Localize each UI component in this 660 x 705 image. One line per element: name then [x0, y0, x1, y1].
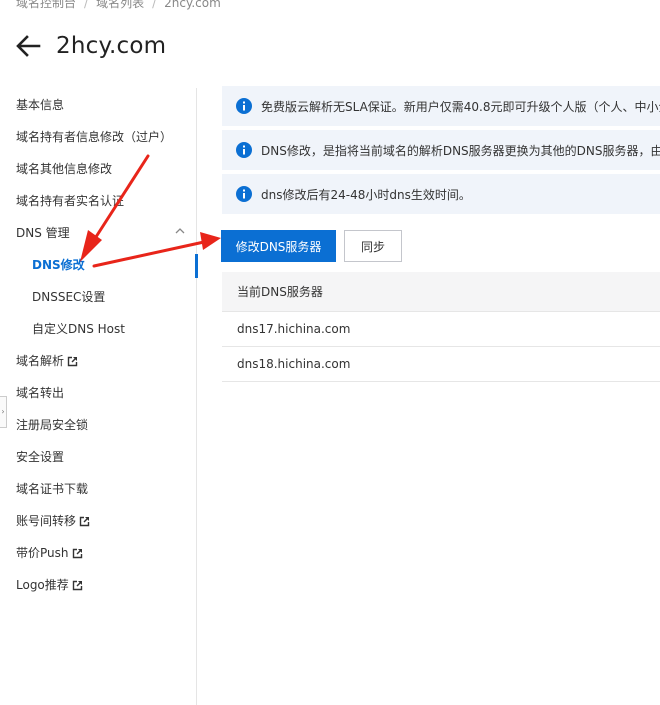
sidebar-item-label: 域名证书下载	[16, 482, 89, 496]
breadcrumb-domain-console[interactable]: 域名控制台	[16, 0, 76, 10]
sidebar-item-logo-recommend[interactable]: Logo推荐	[16, 575, 83, 595]
table-header: 当前DNS服务器	[222, 272, 660, 312]
dns-server-table: 当前DNS服务器 dns17.hichina.com dns18.hichina…	[222, 272, 660, 382]
sidebar-item-label: Logo推荐	[16, 578, 69, 592]
sidebar-item-label: 域名持有者实名认证	[16, 194, 125, 208]
info-icon	[236, 98, 252, 114]
sidebar-item-registry-lock[interactable]: 注册局安全锁	[16, 415, 88, 435]
sidebar-item-price-push[interactable]: 带价Push	[16, 543, 83, 563]
sidebar-item-dns-modify[interactable]: DNS修改	[32, 255, 85, 275]
sidebar-item-other-info[interactable]: 域名其他信息修改	[16, 159, 112, 179]
sidebar-item-security-settings[interactable]: 安全设置	[16, 447, 64, 467]
external-link-icon	[72, 580, 82, 590]
sidebar-item-basic-info[interactable]: 基本信息	[16, 95, 64, 115]
sidebar-item-label: 域名转出	[16, 386, 65, 400]
sidebar-item-label: 域名其他信息修改	[16, 162, 113, 176]
sidebar-item-real-name[interactable]: 域名持有者实名认证	[16, 191, 124, 211]
sidebar-item-label: 带价Push	[16, 546, 69, 560]
active-indicator	[195, 254, 198, 278]
breadcrumb-current: 2hcy.com	[164, 0, 221, 10]
breadcrumb-separator: /	[152, 0, 157, 10]
table-row: dns18.hichina.com	[222, 347, 660, 382]
sync-button[interactable]: 同步	[344, 230, 402, 262]
modify-dns-server-button[interactable]: 修改DNS服务器	[221, 230, 336, 262]
sidebar-item-label: 安全设置	[16, 450, 65, 464]
sidebar-item-label: 域名持有者信息修改（过户）	[16, 130, 173, 144]
info-icon	[236, 142, 252, 158]
arrow-left-icon[interactable]	[14, 32, 42, 60]
notice-text: 免费版云解析无SLA保证。新用户仅需40.8元即可升级个人版（个人、中小企	[261, 99, 660, 114]
external-link-icon	[67, 356, 78, 366]
sidebar-item-account-transfer[interactable]: 账号间转移	[16, 511, 90, 531]
notice-text: DNS修改，是指将当前域名的解析DNS服务器更换为其他的DNS服务器，由修	[261, 143, 660, 158]
table-row: dns17.hichina.com	[222, 312, 660, 347]
info-icon	[236, 186, 252, 202]
sidebar-item-transfer-out[interactable]: 域名转出	[16, 383, 64, 403]
sidebar-item-label: 域名解析	[16, 354, 65, 368]
notice-sla: 免费版云解析无SLA保证。新用户仅需40.8元即可升级个人版（个人、中小企	[222, 86, 660, 126]
external-link-icon	[79, 516, 90, 526]
sidebar-item-label: DNS 管理	[16, 226, 70, 240]
title-row: 2hcy.com	[14, 28, 166, 64]
notice-dns-modify: DNS修改，是指将当前域名的解析DNS服务器更换为其他的DNS服务器，由修	[222, 130, 660, 170]
notice-propagation: dns修改后有24-48小时dns生效时间。	[222, 174, 660, 214]
sidebar-item-label: DNSSEC设置	[32, 290, 106, 304]
sidebar-item-label: DNS修改	[32, 258, 85, 272]
sidebar-item-owner-change[interactable]: 域名持有者信息修改（过户）	[16, 127, 172, 147]
sidebar-item-label: 基本信息	[16, 98, 65, 112]
sidebar-item-dns-resolve[interactable]: 域名解析	[16, 351, 78, 371]
sidebar-collapse-toggle[interactable]: ›	[0, 396, 7, 428]
sidebar-item-label: 账号间转移	[16, 514, 77, 528]
sidebar-item-label: 注册局安全锁	[16, 418, 89, 432]
sidebar-group-dns-management[interactable]: DNS 管理	[16, 223, 70, 243]
breadcrumb-separator: /	[84, 0, 89, 10]
chevron-up-icon[interactable]	[174, 227, 186, 235]
sidebar-item-label: 自定义DNS Host	[32, 322, 125, 336]
sidebar-item-dnssec[interactable]: DNSSEC设置	[32, 287, 105, 307]
breadcrumb-domain-list[interactable]: 域名列表	[96, 0, 144, 10]
sidebar-item-custom-dns-host[interactable]: 自定义DNS Host	[32, 319, 125, 339]
sidebar-item-certificate-download[interactable]: 域名证书下载	[16, 479, 88, 499]
notice-text: dns修改后有24-48小时dns生效时间。	[261, 187, 471, 202]
breadcrumb: 域名控制台 / 域名列表 / 2hcy.com	[16, 0, 221, 11]
external-link-icon	[72, 548, 82, 558]
page-title: 2hcy.com	[56, 33, 167, 59]
